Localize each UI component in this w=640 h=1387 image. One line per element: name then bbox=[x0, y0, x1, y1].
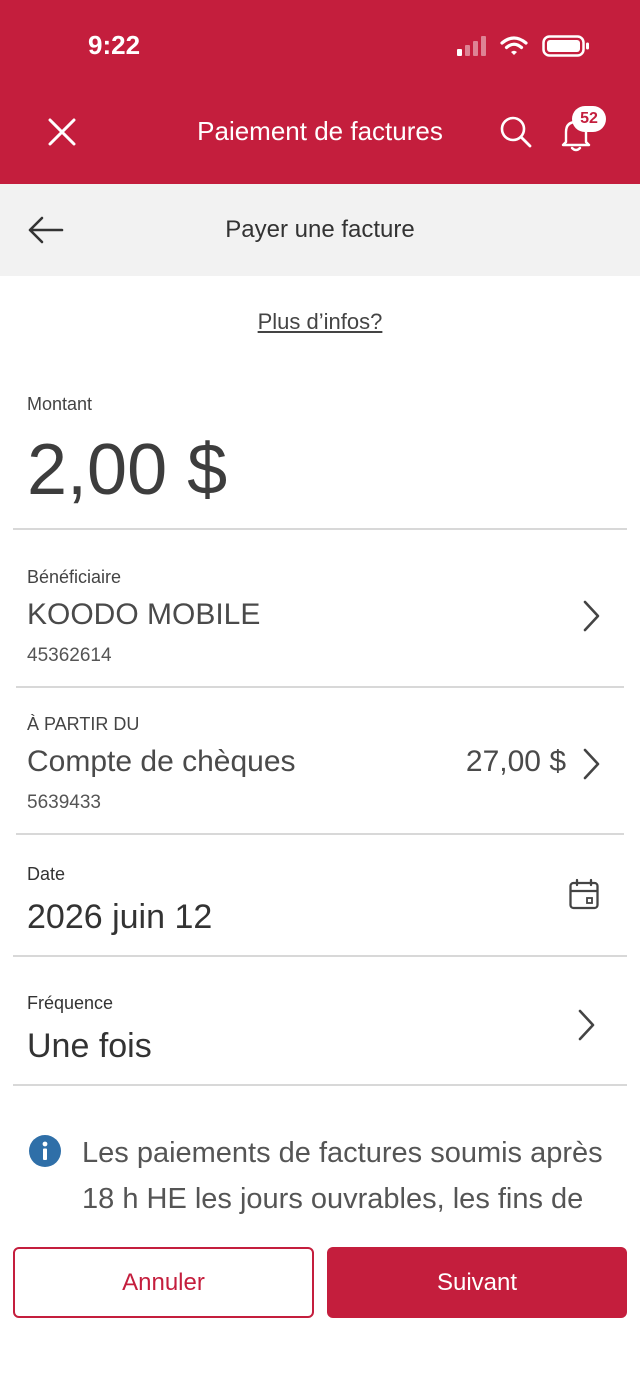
cancel-button[interactable]: Annuler bbox=[13, 1247, 314, 1318]
signal-icon bbox=[457, 36, 486, 56]
notification-badge: 52 bbox=[572, 106, 606, 132]
chevron-right-icon bbox=[578, 1009, 595, 1041]
divider bbox=[13, 955, 627, 957]
date-label: Date bbox=[27, 864, 66, 884]
more-info-link[interactable]: Plus d’infos? bbox=[0, 309, 640, 335]
payment-notice: Les paiements de factures soumis après 1… bbox=[82, 1137, 603, 1230]
payee-label: Bénéficiaire bbox=[27, 567, 122, 587]
divider bbox=[16, 686, 624, 688]
frequency-value: Une fois bbox=[27, 1027, 152, 1065]
calendar-icon[interactable] bbox=[568, 878, 600, 912]
payee-name: KOODO MOBILE bbox=[27, 598, 261, 631]
next-button[interactable]: Suivant bbox=[327, 1247, 627, 1318]
divider bbox=[13, 1084, 627, 1086]
divider bbox=[13, 528, 627, 530]
page-title: Paiement de factures bbox=[197, 116, 443, 146]
amount-label: Montant bbox=[27, 394, 93, 414]
info-icon bbox=[29, 1135, 61, 1167]
battery-icon bbox=[542, 35, 589, 57]
from-account-balance: 27,00 $ bbox=[465, 745, 566, 778]
subheader: Payer une facture bbox=[0, 184, 640, 276]
search-button[interactable] bbox=[496, 112, 536, 152]
from-account-label: À PARTIR DU bbox=[27, 714, 140, 734]
from-account-name: Compte de chèques bbox=[27, 745, 296, 778]
date-value: 2026 juin 12 bbox=[27, 898, 213, 936]
amount-value[interactable]: 2,00 $ bbox=[27, 430, 227, 510]
footer-actions: Annuler Suivant bbox=[0, 1230, 640, 1387]
status-time: 9:22 bbox=[88, 30, 141, 60]
subheader-title: Payer une facture bbox=[225, 216, 415, 243]
search-icon bbox=[500, 116, 532, 148]
chevron-right-icon bbox=[583, 600, 600, 632]
divider bbox=[16, 833, 624, 835]
wifi-icon bbox=[500, 36, 528, 55]
chevron-right-icon bbox=[583, 748, 600, 780]
status-icons bbox=[457, 34, 590, 58]
top-app-bar: 9:22 Paiement de factures 52 bbox=[0, 0, 640, 184]
payee-number: 45362614 bbox=[27, 645, 112, 666]
frequency-label: Fréquence bbox=[27, 993, 114, 1013]
from-account-number: 5639433 bbox=[27, 792, 101, 813]
